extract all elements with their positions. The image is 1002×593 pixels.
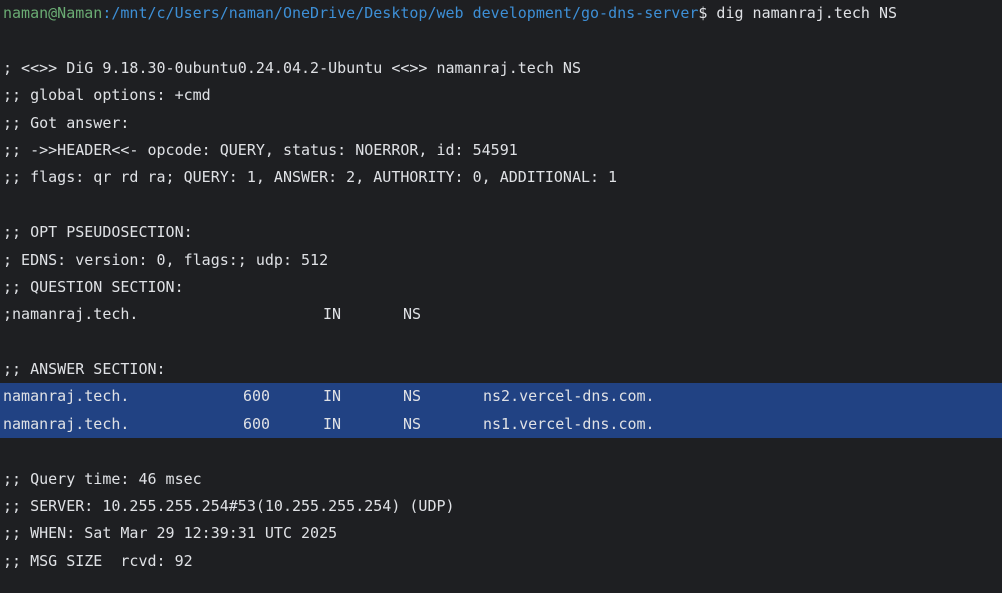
answer-ttl: 600 bbox=[243, 387, 271, 406]
prompt-line: naman@Naman:/mnt/c/Users/naman/OneDrive/… bbox=[0, 0, 1002, 27]
output-line: ;; OPT PSEUDOSECTION: bbox=[3, 223, 193, 242]
output-line: ;; ->>HEADER<<- opcode: QUERY, status: N… bbox=[3, 140, 518, 159]
answer-class: IN bbox=[323, 414, 342, 433]
output-line: ;; MSG SIZE rcvd: 92 bbox=[3, 551, 193, 570]
question-name: ;namanraj.tech. bbox=[3, 305, 139, 324]
answer-name: namanraj.tech. bbox=[3, 387, 130, 406]
answer-class: IN bbox=[323, 387, 342, 406]
answer-row[interactable]: namanraj.tech. 600 IN NS ns2.vercel-dns.com. bbox=[0, 383, 1002, 411]
question-row: ;namanraj.tech. IN NS bbox=[0, 301, 1002, 328]
answer-row[interactable]: namanraj.tech. 600 IN NS ns1.vercel-dns.com. bbox=[0, 410, 1002, 439]
question-class: IN bbox=[323, 305, 342, 324]
terminal-window[interactable]: naman@Naman:/mnt/c/Users/naman/OneDrive/… bbox=[0, 0, 1002, 593]
output-line: ;; QUESTION SECTION: bbox=[3, 277, 184, 296]
prompt-path: :/mnt/c/Users/naman/OneDrive/Desktop/web… bbox=[102, 4, 699, 22]
output-line: ;; flags: qr rd ra; QUERY: 1, ANSWER: 2,… bbox=[3, 168, 618, 187]
output-line: ;; SERVER: 10.255.255.254#53(10.255.255.… bbox=[3, 497, 455, 516]
output-line: ;; WHEN: Sat Mar 29 12:39:31 UTC 2025 bbox=[3, 524, 338, 543]
answer-ttl: 600 bbox=[243, 414, 271, 433]
answer-section-header: ;; ANSWER SECTION: bbox=[3, 360, 166, 379]
answer-data: ns1.vercel-dns.com. bbox=[483, 414, 655, 433]
output-line: ; EDNS: version: 0, flags:; udp: 512 bbox=[3, 250, 329, 269]
command-text: dig namanraj.tech NS bbox=[707, 4, 898, 22]
answer-type: NS bbox=[403, 414, 422, 433]
answer-data: ns2.vercel-dns.com. bbox=[483, 387, 655, 406]
answer-name: namanraj.tech. bbox=[3, 414, 130, 433]
prompt-user-host: naman@Naman bbox=[3, 4, 103, 22]
question-type: NS bbox=[403, 305, 422, 324]
answer-type: NS bbox=[403, 387, 422, 406]
output-line: ;; Query time: 46 msec bbox=[3, 469, 202, 488]
output-line: ;; Got answer: bbox=[3, 113, 130, 132]
output-line: ;; global options: +cmd bbox=[3, 86, 211, 105]
output-line: ; <<>> DiG 9.18.30-0ubuntu0.24.04.2-Ubun… bbox=[3, 58, 581, 77]
